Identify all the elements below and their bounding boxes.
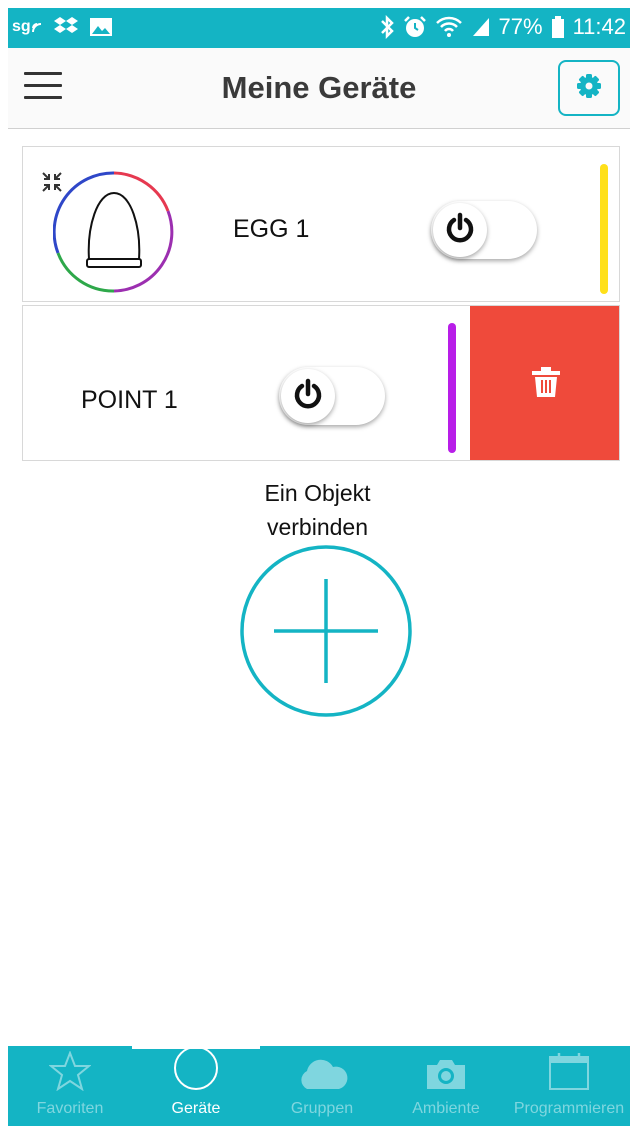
device-name: EGG 1: [233, 215, 310, 243]
plus-circle-icon: [239, 545, 413, 722]
bluetooth-icon: [379, 15, 395, 39]
nav-ambiente[interactable]: Ambiente: [384, 1046, 508, 1126]
bottom-navigation: Favoriten Geräte Gruppen Ambiente Progra…: [8, 1046, 630, 1126]
alarm-icon: [403, 15, 427, 39]
status-bar: sg 77% 11:42: [8, 8, 630, 48]
nav-label: Ambiente: [412, 1100, 480, 1117]
battery-icon: [551, 15, 565, 39]
camera-icon: [425, 1057, 467, 1096]
battery-percent: 77%: [498, 14, 543, 39]
settings-button[interactable]: [558, 60, 620, 116]
power-toggle[interactable]: [279, 367, 385, 425]
cell-signal-icon: [471, 16, 491, 38]
carrier-signal-icon: sg: [12, 18, 43, 36]
device-color-indicator: [448, 323, 456, 453]
app-bar: Meine Geräte: [8, 48, 630, 129]
device-name: POINT 1: [81, 386, 178, 414]
wifi-icon: [435, 16, 463, 38]
circle-icon: [173, 1045, 219, 1096]
add-object-label: Ein Objekt verbinden: [0, 476, 635, 544]
clock: 11:42: [572, 14, 626, 39]
carrier-badge: sg: [12, 18, 31, 35]
add-object-label-line2: verbinden: [266, 514, 369, 540]
delete-button[interactable]: [470, 306, 619, 460]
nav-label: Favoriten: [36, 1100, 104, 1117]
device-card-egg[interactable]: EGG 1: [22, 146, 620, 302]
power-icon: [444, 212, 476, 249]
add-object-label-line1: Ein Objekt: [264, 480, 371, 506]
calendar-icon: [548, 1051, 590, 1096]
image-icon: [89, 17, 113, 37]
nav-label: Gruppen: [290, 1100, 354, 1117]
nav-programmieren[interactable]: Programmieren: [508, 1046, 630, 1126]
device-card-point[interactable]: POINT 1: [22, 305, 620, 461]
nav-label: Geräte: [171, 1100, 221, 1117]
nav-label: Programmieren: [513, 1100, 625, 1117]
add-object-button[interactable]: [239, 544, 413, 718]
nav-favoriten[interactable]: Favoriten: [8, 1046, 132, 1126]
cloud-icon: [295, 1057, 349, 1096]
power-icon: [292, 378, 324, 415]
dropbox-icon: [53, 16, 79, 38]
nav-gruppen[interactable]: Gruppen: [260, 1046, 384, 1126]
star-icon: [48, 1050, 92, 1096]
trash-icon: [531, 366, 561, 403]
nav-geraete[interactable]: Geräte: [132, 1046, 260, 1126]
device-color-indicator: [600, 164, 608, 294]
power-toggle[interactable]: [431, 201, 537, 259]
egg-lamp-icon: [52, 171, 175, 298]
page-title: Meine Geräte: [221, 70, 417, 105]
gear-icon: [576, 73, 602, 104]
